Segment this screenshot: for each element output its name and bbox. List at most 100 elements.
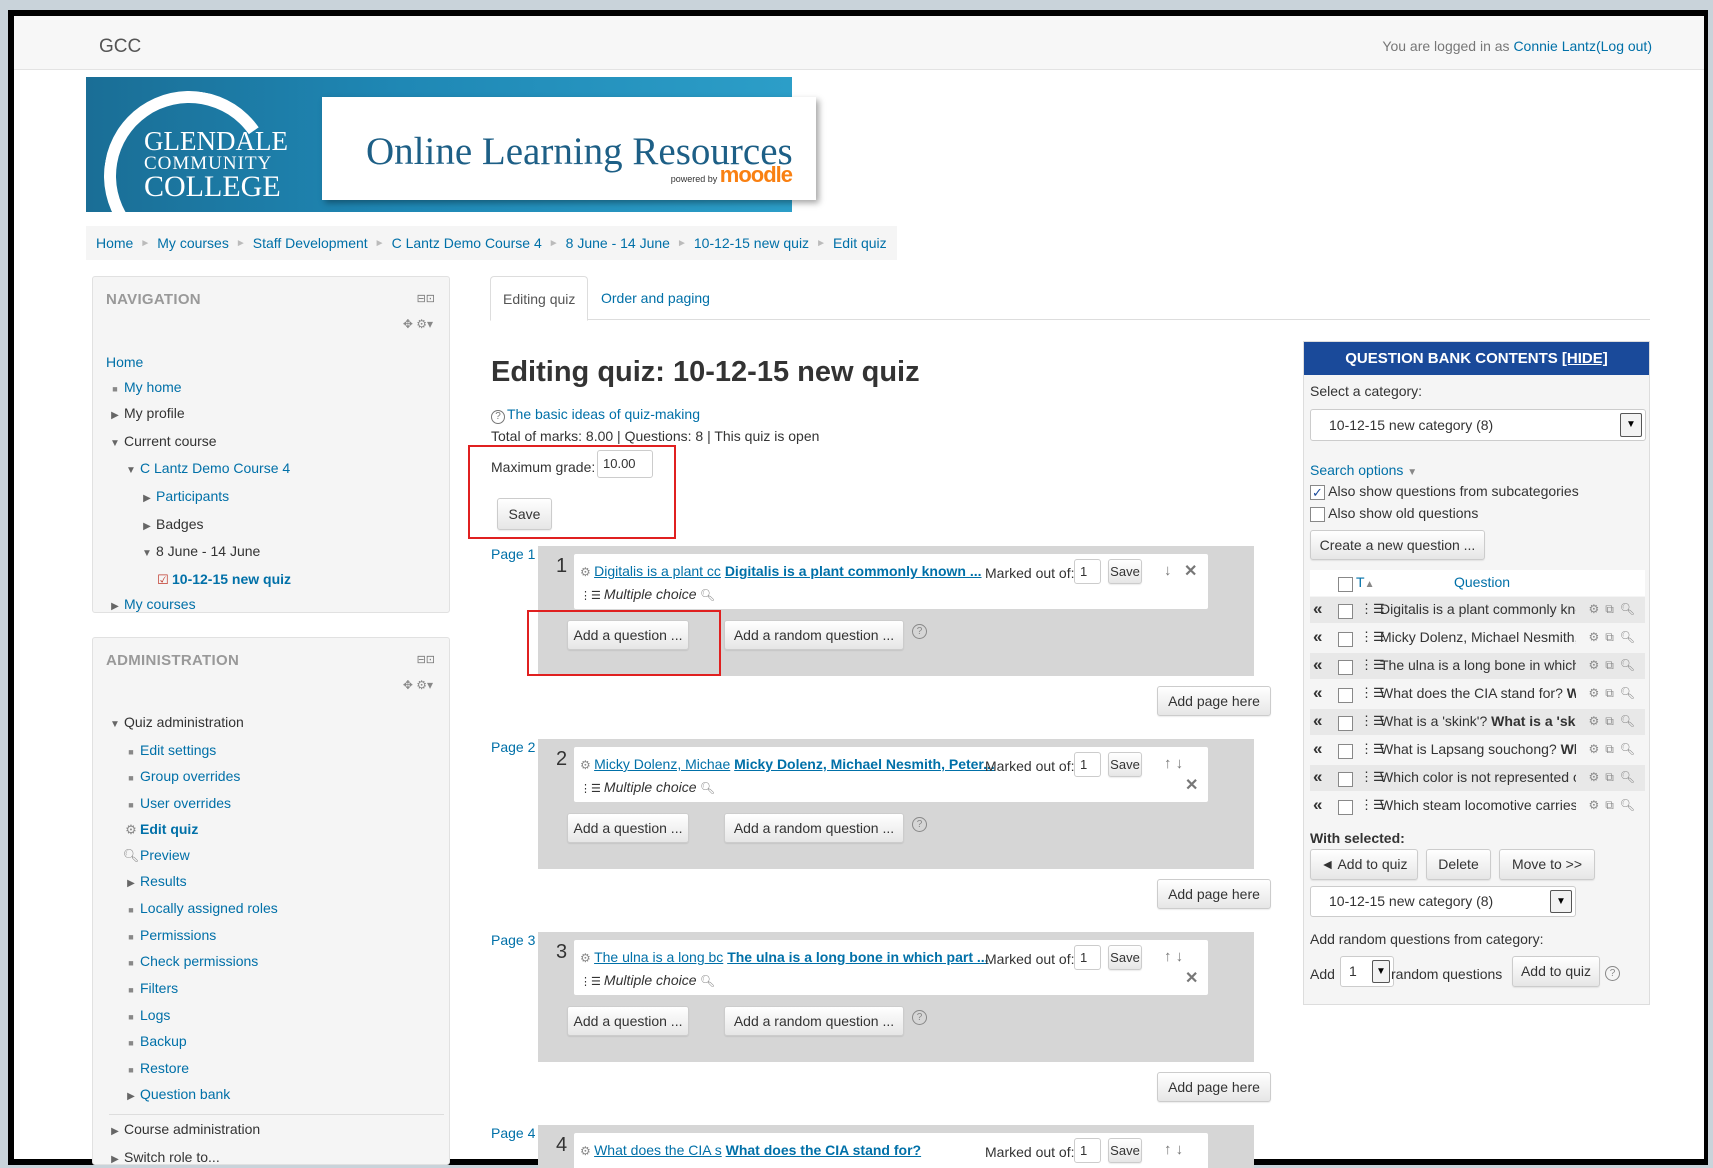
- type-column-label[interactable]: T: [1356, 574, 1365, 590]
- row-action-icons[interactable]: ⚙⧉🔍︎: [1588, 714, 1641, 729]
- question-text-link[interactable]: What does the CIA stand for?: [726, 1142, 921, 1158]
- delete-question-icon[interactable]: ✕: [1185, 968, 1198, 988]
- row-action-icons[interactable]: ⚙⧉🔍︎: [1588, 630, 1641, 645]
- tree-item-label[interactable]: Home: [106, 354, 143, 370]
- page-label[interactable]: Page 2: [491, 739, 535, 755]
- question-text-link[interactable]: The ulna is a long bone in which part ..…: [727, 949, 988, 965]
- chevron-down-icon[interactable]: ▼: [1550, 890, 1572, 913]
- tree-item[interactable]: ■ My home: [106, 375, 291, 402]
- add-random-question-button[interactable]: Add a random question ...: [724, 813, 904, 843]
- add-question-button[interactable]: Add a question ...: [567, 1006, 689, 1036]
- save-mark-button[interactable]: Save: [1108, 559, 1142, 584]
- add-to-quiz-icon[interactable]: «: [1313, 627, 1322, 647]
- mark-input[interactable]: 1: [1074, 752, 1101, 777]
- row-checkbox[interactable]: [1338, 770, 1353, 787]
- tree-item[interactable]: ▼ Quiz administration: [106, 710, 431, 738]
- random-count-select[interactable]: 1 ▼: [1340, 956, 1394, 987]
- tree-item-label[interactable]: Locally assigned roles: [140, 900, 278, 916]
- block-dock-icon[interactable]: ⊟⊡: [417, 653, 435, 666]
- tree-item-label[interactable]: Restore: [140, 1060, 189, 1076]
- tree-item[interactable]: Home: [106, 350, 291, 375]
- tab-editing-quiz[interactable]: Editing quiz: [490, 276, 589, 321]
- help-icon[interactable]: ?: [912, 1010, 927, 1025]
- row-action-icons[interactable]: ⚙⧉🔍︎: [1588, 686, 1641, 701]
- help-icon[interactable]: ?: [1605, 966, 1620, 981]
- question-text-link[interactable]: Micky Dolenz, Michael Nesmith, Peter...: [734, 756, 995, 772]
- row-action-icons[interactable]: ⚙⧉🔍︎: [1588, 770, 1641, 785]
- question-title[interactable]: ⚙ The ulna is a long bc The ulna is a lo…: [580, 949, 989, 965]
- college-banner[interactable]: GLENDALE COMMUNITY COLLEGE Online Learni…: [86, 77, 816, 275]
- breadcrumb-item[interactable]: My courses: [157, 235, 229, 251]
- site-name[interactable]: GCC: [99, 36, 141, 58]
- move-up-down-icon[interactable]: ↑ ↓: [1164, 1141, 1183, 1158]
- logout-link[interactable]: (Log out): [1596, 38, 1652, 54]
- tree-item[interactable]: ■ User overrides: [106, 791, 431, 818]
- add-question-button[interactable]: Add a question ...: [567, 813, 689, 843]
- page-label[interactable]: Page 1: [491, 546, 535, 562]
- preview-search-icon[interactable]: 🔍︎: [697, 974, 715, 988]
- help-icon[interactable]: ?: [912, 817, 927, 832]
- tree-item[interactable]: ■ Locally assigned roles: [106, 896, 431, 923]
- move-down-icon[interactable]: ↓: [1164, 562, 1172, 579]
- save-mark-button[interactable]: Save: [1108, 752, 1142, 777]
- tree-item-label[interactable]: Check permissions: [140, 953, 258, 969]
- tree-item[interactable]: 🔍︎Preview: [106, 843, 431, 869]
- gear-icon[interactable]: ⚙: [580, 565, 594, 579]
- tree-item[interactable]: ▼ 8 June - 14 June: [106, 539, 291, 567]
- tree-item[interactable]: ■ Filters: [106, 976, 431, 1003]
- add-to-quiz-icon[interactable]: «: [1313, 655, 1322, 675]
- tree-item[interactable]: ■ Edit settings: [106, 738, 431, 765]
- question-name-link[interactable]: Digitalis is a plant cc: [594, 563, 721, 579]
- row-checkbox[interactable]: [1338, 798, 1353, 815]
- option-old-questions[interactable]: Also show old questions: [1310, 505, 1478, 522]
- tree-item[interactable]: ■ Check permissions: [106, 949, 431, 976]
- question-name-link[interactable]: What does the CIA s: [594, 1142, 722, 1158]
- row-action-icons[interactable]: ⚙⧉🔍︎: [1588, 798, 1641, 813]
- block-move-settings-icon[interactable]: ✥ ⚙▾: [403, 678, 433, 692]
- add-to-quiz-icon[interactable]: «: [1313, 767, 1322, 787]
- tree-item-label[interactable]: Preview: [140, 847, 190, 863]
- tree-item-label[interactable]: Filters: [140, 980, 178, 996]
- breadcrumb-item[interactable]: 10-12-15 new quiz: [694, 235, 809, 251]
- tree-item-label[interactable]: Participants: [156, 488, 229, 504]
- quiz-help-text[interactable]: The basic ideas of quiz-making: [507, 406, 700, 422]
- move-to-button[interactable]: Move to >>: [1499, 849, 1595, 880]
- hide-question-bank-link[interactable]: [HIDE]: [1562, 350, 1608, 367]
- move-up-down-icon[interactable]: ↑ ↓: [1164, 948, 1183, 965]
- tab-order-and-paging[interactable]: Order and paging: [589, 276, 722, 321]
- chevron-down-icon[interactable]: ▼: [1620, 413, 1642, 437]
- tree-item-label[interactable]: My courses: [124, 596, 196, 612]
- save-mark-button[interactable]: Save: [1108, 1138, 1142, 1163]
- block-move-settings-icon[interactable]: ✥ ⚙▾: [403, 317, 433, 331]
- breadcrumb-item[interactable]: C Lantz Demo Course 4: [392, 235, 542, 251]
- add-page-here-button[interactable]: Add page here: [1157, 1072, 1271, 1102]
- delete-button[interactable]: Delete: [1426, 849, 1491, 880]
- tree-item[interactable]: ▼ Current course: [106, 429, 291, 457]
- add-to-quiz-icon[interactable]: «: [1313, 795, 1322, 815]
- tree-item[interactable]: ■ Permissions: [106, 923, 431, 950]
- tree-item-label[interactable]: Logs: [140, 1007, 170, 1023]
- delete-question-icon[interactable]: ✕: [1184, 561, 1197, 581]
- question-name-link[interactable]: The ulna is a long bc: [594, 949, 723, 965]
- question-name-link[interactable]: Micky Dolenz, Michae: [594, 756, 730, 772]
- tree-item-label[interactable]: 10-12-15 new quiz: [172, 571, 291, 587]
- page-label[interactable]: Page 4: [491, 1125, 535, 1141]
- tree-item-label[interactable]: Edit settings: [140, 742, 216, 758]
- sort-type-header[interactable]: T▲: [1356, 574, 1374, 590]
- row-action-icons[interactable]: ⚙⧉🔍︎: [1588, 602, 1641, 617]
- option-subcategories[interactable]: ✓ Also show questions from subcategories: [1310, 483, 1579, 500]
- tree-item[interactable]: ■ Backup: [106, 1029, 431, 1056]
- row-checkbox[interactable]: [1338, 630, 1353, 647]
- gear-icon[interactable]: ⚙: [580, 758, 594, 772]
- breadcrumb-item[interactable]: 8 June - 14 June: [566, 235, 670, 251]
- add-to-quiz-button[interactable]: ◄ Add to quiz: [1310, 849, 1418, 880]
- row-checkbox[interactable]: [1338, 714, 1353, 731]
- breadcrumb-item[interactable]: Edit quiz: [833, 235, 887, 251]
- delete-question-icon[interactable]: ✕: [1185, 775, 1198, 795]
- chevron-down-icon[interactable]: ▼: [1372, 960, 1390, 983]
- tree-item[interactable]: ▶ Question bank: [106, 1082, 444, 1115]
- mark-input[interactable]: 1: [1074, 1138, 1101, 1163]
- user-name-link[interactable]: Connie Lantz: [1513, 38, 1596, 54]
- help-icon[interactable]: ?: [912, 624, 927, 639]
- block-dock-icon[interactable]: ⊟⊡: [417, 292, 435, 305]
